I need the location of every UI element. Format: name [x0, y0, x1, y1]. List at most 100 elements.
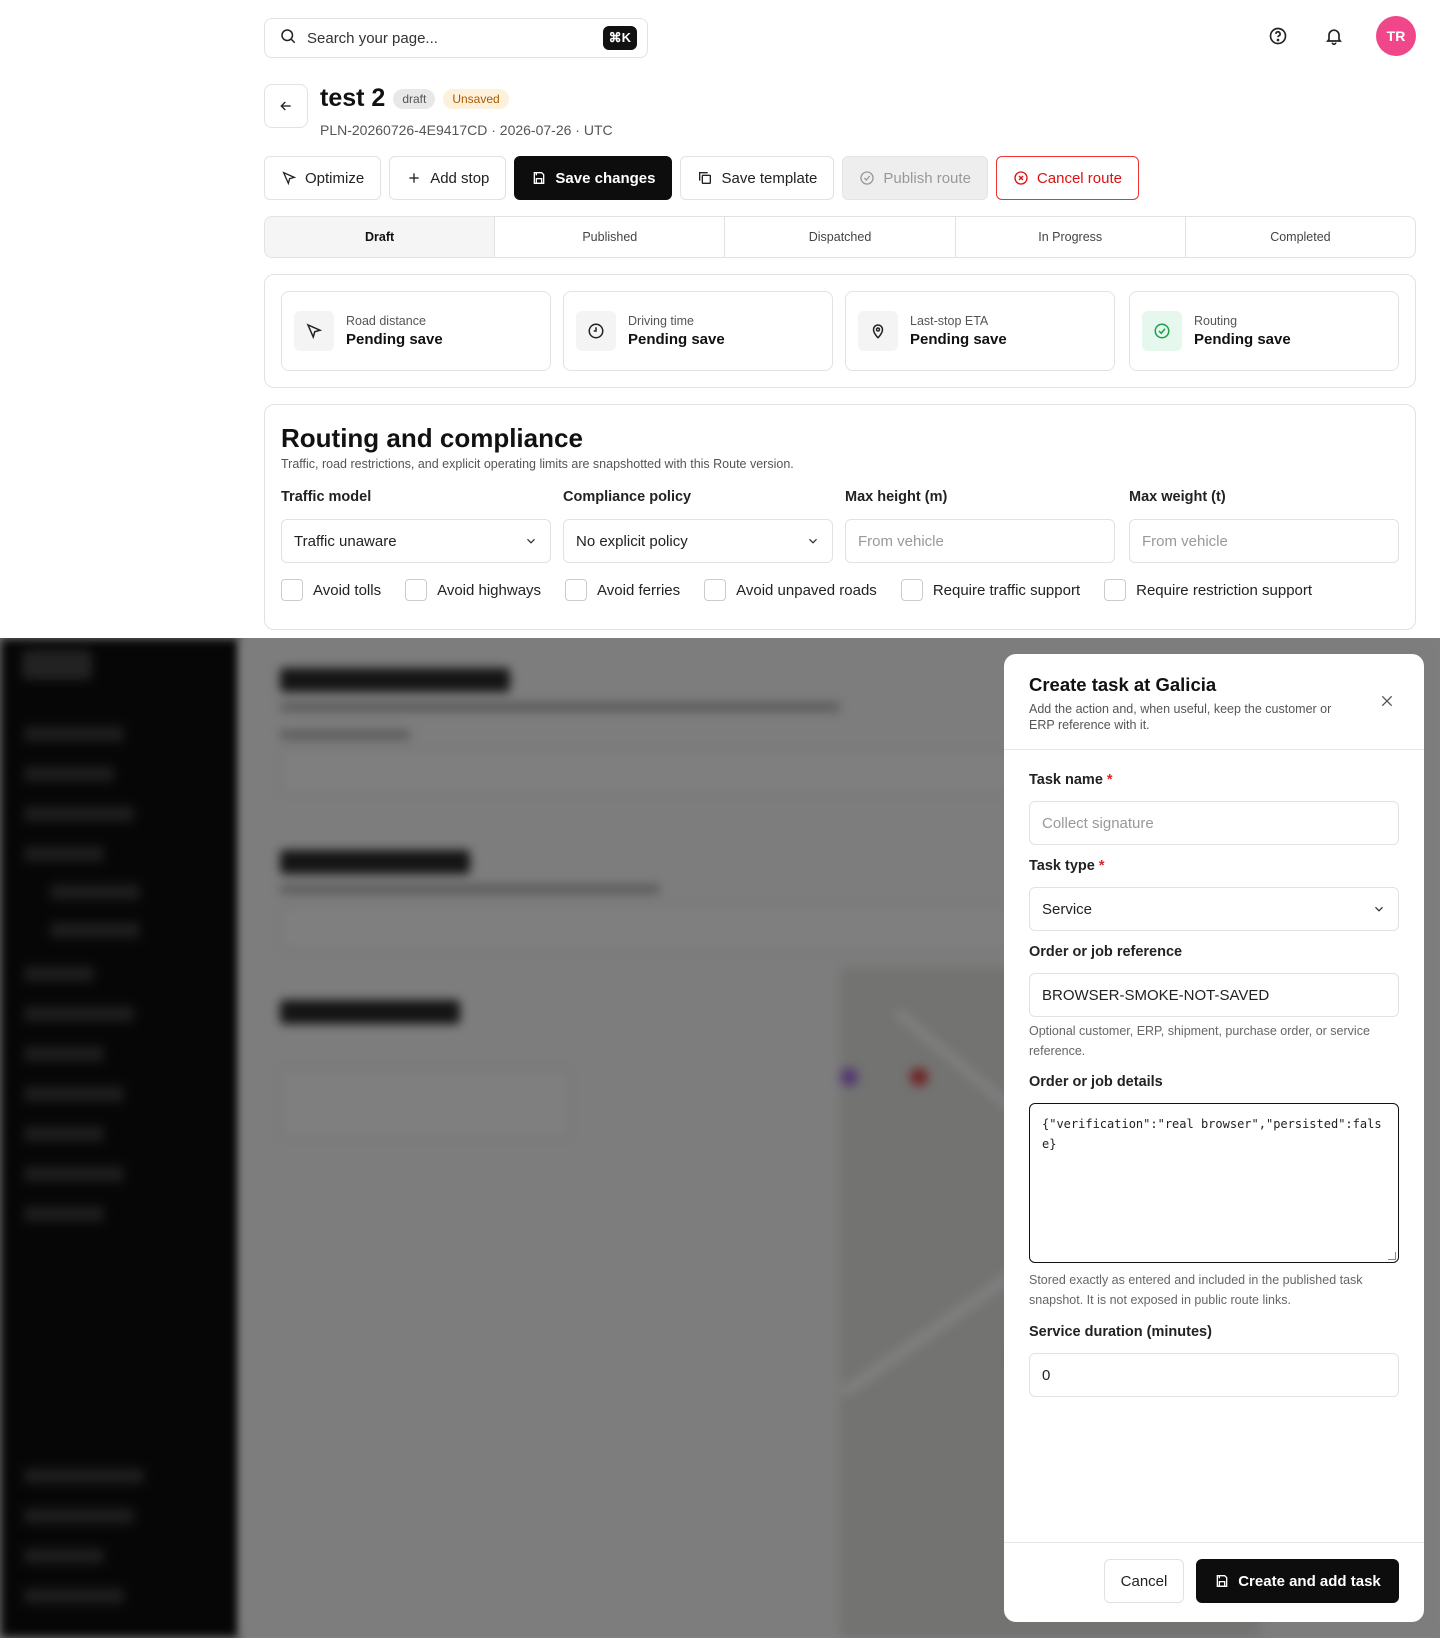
stat-driving-time: Driving time Pending save: [563, 291, 833, 371]
save-template-label: Save template: [721, 169, 818, 187]
cursor-icon: [282, 171, 297, 186]
avoid-tolls-checkbox[interactable]: Avoid tolls: [281, 579, 381, 601]
checkbox-box[interactable]: [405, 579, 428, 601]
max-weight-field: Max weight (t) From vehicle: [1129, 489, 1399, 563]
save-icon: [534, 172, 545, 184]
section-title: Routing and compliance: [281, 423, 583, 453]
cancel-button[interactable]: Cancel: [1104, 1559, 1184, 1603]
require-restriction-support-checkbox[interactable]: Require restriction support: [1104, 579, 1312, 601]
stat-road-distance: Road distance Pending save: [281, 291, 551, 371]
label-text: Task type: [1029, 858, 1095, 874]
cursor-icon: [294, 311, 334, 351]
max-height-field: Max height (m) From vehicle: [845, 489, 1115, 563]
back-button[interactable]: [264, 84, 308, 128]
copy-icon: [699, 172, 712, 184]
traffic-model-select[interactable]: Traffic unaware: [281, 519, 551, 563]
add-stop-label: Add stop: [430, 169, 490, 187]
step-completed[interactable]: Completed: [1184, 217, 1415, 257]
checkbox-box[interactable]: [1104, 579, 1127, 601]
stat-label: Routing: [1194, 314, 1238, 328]
close-button[interactable]: [1376, 690, 1398, 712]
order-details-textarea[interactable]: {"verification":"real browser","persiste…: [1029, 1103, 1399, 1263]
status-badge: draft: [393, 88, 436, 109]
dialog-title: Create task at Galicia: [1029, 674, 1217, 695]
bell-icon[interactable]: [1320, 22, 1348, 50]
resize-handle[interactable]: [1388, 1252, 1396, 1260]
order-reference-label: Order or job reference: [1029, 944, 1183, 960]
create-and-add-task-button[interactable]: Create and add task: [1196, 1559, 1399, 1603]
compliance-policy-field: Compliance policy No explicit policy: [563, 489, 833, 563]
select-value: Traffic unaware: [294, 532, 397, 550]
field-label: Max height (m): [845, 489, 948, 505]
task-name-label: Task name *: [1029, 772, 1113, 788]
create-label: Create and add task: [1238, 1572, 1381, 1590]
checkbox-box[interactable]: [900, 579, 923, 601]
select-value: No explicit policy: [576, 532, 688, 550]
chevron-down-icon: [809, 538, 817, 544]
search-box[interactable]: Search your page... ⌘K: [264, 18, 648, 58]
order-reference-help: Optional customer, ERP, shipment, purcha…: [1029, 1024, 1370, 1058]
textarea-value: {"verification":"real browser","persiste…: [1042, 1117, 1382, 1151]
create-task-dialog: Create task at Galicia Add the action an…: [1004, 654, 1424, 1622]
step-published[interactable]: Published: [494, 217, 724, 257]
field-label: Traffic model: [281, 489, 372, 505]
order-reference-input[interactable]: BROWSER-SMOKE-NOT-SAVED: [1029, 973, 1399, 1017]
step-draft[interactable]: Draft: [265, 217, 495, 257]
compliance-policy-select[interactable]: No explicit policy: [563, 519, 833, 563]
unsaved-badge: Unsaved: [443, 88, 509, 109]
field-label: Max weight (t): [1129, 489, 1226, 505]
save-template-button[interactable]: Save template: [680, 156, 835, 200]
checkbox-label: Avoid ferries: [597, 581, 681, 599]
stat-label: Road distance: [346, 314, 426, 328]
avoid-ferries-checkbox[interactable]: Avoid ferries: [565, 579, 680, 601]
avoid-unpaved-roads-checkbox[interactable]: Avoid unpaved roads: [704, 579, 877, 601]
save-changes-button[interactable]: Save changes: [514, 156, 673, 200]
route-stats: Road distance Pending save Driving time …: [264, 274, 1416, 388]
checkbox-box[interactable]: [565, 579, 588, 601]
clock-icon: [576, 311, 616, 351]
label-text: Task name: [1029, 772, 1103, 788]
close-icon: [1381, 695, 1393, 707]
cancel-route-button[interactable]: Cancel route: [995, 156, 1139, 200]
add-stop-button[interactable]: Add stop: [389, 156, 507, 200]
service-duration-input[interactable]: 0: [1029, 1353, 1399, 1397]
step-dispatched[interactable]: Dispatched: [724, 217, 954, 257]
map-pin-icon: [858, 311, 898, 351]
optimize-label: Optimize: [305, 169, 365, 187]
topbar: Search your page... ⌘K TR: [264, 16, 1416, 58]
page-title: test 2: [320, 84, 386, 112]
task-type-select[interactable]: Service: [1029, 887, 1399, 931]
chevron-down-icon: [527, 538, 535, 544]
search-input[interactable]: Search your page...: [307, 30, 603, 47]
checkbox-label: Avoid highways: [437, 581, 542, 599]
routing-options: Avoid tolls Avoid highways Avoid ferries…: [281, 579, 1312, 601]
step-in-progress[interactable]: In Progress: [954, 217, 1185, 257]
dialog-header: Create task at Galicia Add the action an…: [1004, 654, 1424, 750]
task-type-label: Task type *: [1029, 858, 1104, 874]
stat-label: Driving time: [628, 314, 694, 328]
dialog-footer: Cancel Create and add task: [1004, 1542, 1424, 1622]
stat-value: Pending save: [346, 331, 443, 348]
search-icon: [279, 27, 297, 50]
checkbox-box[interactable]: [281, 579, 303, 601]
chevron-down-icon: [1375, 906, 1383, 912]
page-subtitle: PLN-20260726-4E9417CD · 2026-07-26 · UTC: [320, 122, 613, 138]
max-weight-input[interactable]: From vehicle: [1129, 519, 1399, 563]
require-traffic-support-checkbox[interactable]: Require traffic support: [900, 579, 1080, 601]
save-icon: [1216, 1575, 1228, 1587]
max-height-input[interactable]: From vehicle: [845, 519, 1115, 563]
select-value: Service: [1042, 900, 1093, 918]
cancel-route-label: Cancel route: [1036, 169, 1122, 187]
stat-value: Pending save: [1194, 331, 1291, 348]
help-icon[interactable]: [1264, 22, 1292, 50]
avoid-highways-checkbox[interactable]: Avoid highways: [405, 579, 541, 601]
optimize-button[interactable]: Optimize: [264, 156, 382, 200]
dialog-description: Add the action and, when useful, keep th…: [1029, 702, 1332, 732]
shortcut-badge: ⌘K: [602, 26, 637, 50]
task-name-input[interactable]: Collect signature: [1029, 801, 1399, 845]
publish-route-button[interactable]: Publish route: [842, 156, 988, 200]
checkbox-box[interactable]: [704, 579, 727, 601]
section-description: Traffic, road restrictions, and explicit…: [281, 457, 794, 471]
avatar[interactable]: TR: [1376, 16, 1416, 56]
check-circle-icon: [860, 171, 875, 185]
